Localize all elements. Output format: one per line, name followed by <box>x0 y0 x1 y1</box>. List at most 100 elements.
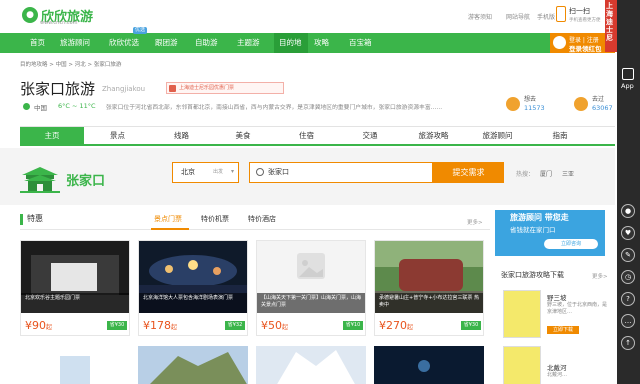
nav-item-group-tour[interactable]: 跟团游 <box>155 33 178 53</box>
destination-description: 张家口位于河北省西北部，东邻首都北京，南接山西省，西与内蒙古交界，是京津冀地区的… <box>106 105 443 111</box>
nav-item-theme[interactable]: 主题游 <box>237 33 260 53</box>
deal-card[interactable]: 北京海洋馆大人票包含海洋剧场表演门票 ¥178起 省¥32 <box>138 240 248 336</box>
deal-tab-tickets[interactable]: 景点门票 <box>154 214 182 224</box>
nav-item-self-guided[interactable]: 自助游 <box>195 33 218 53</box>
deal-price: ¥270起 <box>379 319 414 332</box>
tab-lodging[interactable]: 住宿 <box>274 127 339 145</box>
deals-title: 特惠 <box>27 214 43 223</box>
guide-title[interactable]: 野三坡 <box>547 292 567 302</box>
deal-card[interactable]: 承德避暑山庄+普宁寺+小布达拉宫三联票 热卖中 ¥270起 省¥30 <box>374 240 484 336</box>
guide-download-button[interactable]: 立即下载 <box>547 326 579 334</box>
download-more-link[interactable]: 更多> <box>592 272 608 280</box>
temple-icon <box>20 167 60 193</box>
page-title-pinyin: Zhangjiakou <box>102 85 146 93</box>
gift-icon <box>169 85 176 92</box>
deal-price: ¥90起 <box>25 319 53 332</box>
deal-tab-flights[interactable]: 特价机票 <box>201 214 229 224</box>
destination-tabs: 主页 景点 线路 美食 住宿 交通 旅游攻略 旅游顾问 指南 <box>20 126 615 146</box>
deal-tab-hotels[interactable]: 特价酒店 <box>248 214 276 224</box>
nav-badge: 优选 <box>133 27 148 34</box>
nav-item-home[interactable]: 首页 <box>30 33 45 53</box>
tab-transport[interactable]: 交通 <box>339 127 401 145</box>
deal-card[interactable]: 北京欢乐谷主题乐园门票 ¥90起 省¥30 <box>20 240 130 336</box>
deal-card-image[interactable] <box>256 346 366 384</box>
deal-price-unit: 起 <box>46 324 53 331</box>
deal-caption: 北京海洋馆大人票包含海洋剧场表演门票 <box>139 293 247 313</box>
promo-text: 上海迪士尼乐园优惠门票 <box>179 85 235 91</box>
city-sub-label: 出发 <box>213 169 224 175</box>
banner-subline: 省钱就在家门口 <box>510 226 556 234</box>
phone-icon <box>556 6 566 22</box>
tab-advisors[interactable]: 旅游顾问 <box>466 127 529 145</box>
been-label: 去过 <box>592 96 605 103</box>
tab-routes[interactable]: 线路 <box>151 127 212 145</box>
clock-icon[interactable]: ◷ <box>621 270 635 284</box>
deal-tab-underline <box>151 228 189 230</box>
search-input[interactable]: 张家口 <box>268 167 289 177</box>
deal-price: ¥178起 <box>143 319 178 332</box>
edit-icon[interactable]: ✎ <box>621 248 635 262</box>
deals-more-link[interactable]: 更多> <box>467 218 483 226</box>
deals-marker <box>20 214 23 225</box>
nav-item-destination[interactable]: 目的地 <box>279 33 302 53</box>
guide-title[interactable]: 北戴河 <box>547 362 567 372</box>
deal-price-value: 90 <box>32 319 46 332</box>
deal-card-image[interactable] <box>374 346 484 384</box>
toplink-sitemap[interactable]: 网站导航 <box>506 12 530 21</box>
deal-card-image[interactable] <box>20 346 130 384</box>
toplink-notice[interactable]: 游客须知 <box>468 12 492 21</box>
want-icon <box>506 97 520 111</box>
main-nav: 首页 旅游顾问 欣欣优选 跟团游 自助游 主题游 目的地 攻略 百宝箱 <box>0 33 615 53</box>
submit-request-button[interactable]: 提交需求 <box>433 162 504 183</box>
tab-travel-guides[interactable]: 旅游攻略 <box>401 127 466 145</box>
tab-food[interactable]: 美食 <box>212 127 274 145</box>
nav-item-advisor[interactable]: 旅游顾问 <box>60 33 90 53</box>
login-promo: 登录领红包 <box>569 45 602 53</box>
nav-item-selected[interactable]: 欣欣优选 <box>109 33 139 53</box>
deal-caption: 承德避暑山庄+普宁寺+小布达拉宫三联票 热卖中 <box>375 293 483 313</box>
guide-cover[interactable] <box>503 346 541 384</box>
deal-discount-tag: 省¥10 <box>343 321 363 330</box>
tab-guide[interactable]: 指南 <box>529 127 591 145</box>
deal-price-value: 178 <box>150 319 171 332</box>
user-panel-icon[interactable]: ● <box>621 204 635 218</box>
app-icon[interactable] <box>622 68 634 80</box>
deal-price-value: 50 <box>268 319 282 332</box>
guide-cover[interactable] <box>503 290 541 338</box>
flag-icon <box>23 103 30 110</box>
nav-item-guides[interactable]: 攻略 <box>314 33 329 53</box>
logo-subtext: www.cncn.com <box>40 20 78 26</box>
user-icon <box>553 36 566 49</box>
toplink-mobile[interactable]: 手机版 <box>537 12 555 21</box>
deal-discount-tag: 省¥30 <box>461 321 481 330</box>
deal-card[interactable]: 【山海关天下第一关门票】山海关门票，山海关景点门票 ¥50起 省¥10 <box>256 240 366 336</box>
hot-link-sanya[interactable]: 三亚 <box>562 169 574 178</box>
chevron-down-icon: ▾ <box>231 168 235 175</box>
breadcrumb[interactable]: 目的地攻略 > 中国 > 河北 > 张家口旅游 <box>20 60 121 68</box>
logo-icon: ● <box>22 7 38 23</box>
deal-card-image[interactable] <box>138 346 248 384</box>
deal-discount-tag: 省¥30 <box>107 321 127 330</box>
deal-discount-tag: 省¥32 <box>225 321 245 330</box>
tab-home[interactable]: 主页 <box>20 127 84 145</box>
want-to-go-button[interactable]: 想去 11573 <box>506 94 554 118</box>
temperature: 6°C ~ 11°C <box>58 102 96 110</box>
want-label: 想去 <box>524 96 537 103</box>
departure-city-select[interactable]: 北京 出发 ▾ <box>172 162 239 183</box>
been-icon <box>574 97 588 111</box>
scan-widget[interactable]: 扫一扫 手机查看更方便 <box>556 4 612 28</box>
hot-link-xiamen[interactable]: 厦门 <box>540 169 552 178</box>
back-to-top-icon[interactable]: ↑ <box>621 336 635 350</box>
promo-banner[interactable]: 上海迪士尼乐园优惠门票 <box>166 82 284 94</box>
nav-item-toolbox[interactable]: 百宝箱 <box>349 33 372 53</box>
help-icon[interactable]: ? <box>621 292 635 306</box>
page: ● 欣欣旅游 www.cncn.com 游客须知 网站导航 手机版 扫一扫 手机… <box>0 0 640 384</box>
favorite-icon[interactable]: ♥ <box>621 226 635 240</box>
banner-consult-button[interactable]: 立即咨询 <box>544 239 598 249</box>
chat-icon[interactable]: … <box>621 314 635 328</box>
country-label: 中国 <box>34 104 47 112</box>
search-input-box[interactable]: 张家口 <box>249 162 433 183</box>
tab-attractions[interactable]: 景点 <box>84 127 151 145</box>
deal-price-value: 270 <box>386 319 407 332</box>
been-there-button[interactable]: 去过 63067 <box>574 94 618 118</box>
